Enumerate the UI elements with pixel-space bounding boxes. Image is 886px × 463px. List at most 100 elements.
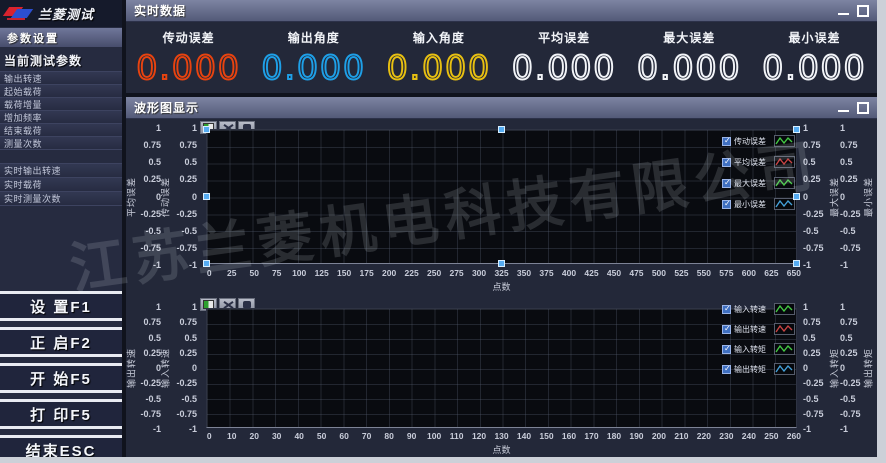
function-button[interactable]: 设 置F1	[0, 291, 122, 321]
y-tick: -0.25	[171, 210, 197, 219]
resize-handle[interactable]	[203, 193, 210, 200]
legend-checkbox[interactable]	[722, 179, 731, 188]
metric-value: 0.000	[136, 48, 240, 87]
y-axis-ticks: 10.750.50.250-0.25-0.5-0.75-1	[135, 303, 161, 434]
resize-handle[interactable]	[498, 260, 505, 267]
legend-checkbox[interactable]	[722, 158, 731, 167]
x-axis-ticks: 0255075100125150175200225250275300325350…	[198, 268, 805, 278]
y-tick: -0.25	[803, 379, 829, 388]
y-tick: 1	[803, 303, 829, 312]
legend-row: 最小误差	[722, 198, 797, 210]
legend-line-icon	[774, 198, 795, 210]
legend-checkbox[interactable]	[722, 345, 731, 354]
metric-cell: 最小误差 0.000	[752, 22, 877, 92]
y-tick: 0.5	[135, 334, 161, 343]
section-parameter-settings: 参数设置	[0, 28, 122, 47]
x-tick: 120	[468, 431, 490, 441]
y-axis-title-right-outer: 最小误差	[862, 177, 875, 217]
x-tick: 110	[445, 431, 467, 441]
y-tick: -0.5	[171, 395, 197, 404]
legend-label: 输出转矩	[734, 364, 771, 375]
x-tick: 425	[580, 268, 602, 278]
x-tick: 250	[760, 431, 782, 441]
x-tick: 40	[288, 431, 310, 441]
x-tick: 450	[603, 268, 625, 278]
legend-line-icon	[774, 363, 795, 375]
x-tick: 150	[535, 431, 557, 441]
y-tick: -0.5	[803, 227, 829, 236]
resize-handle[interactable]	[203, 126, 210, 133]
x-tick: 0	[198, 431, 220, 441]
x-tick: 500	[648, 268, 670, 278]
y-tick: 0	[135, 193, 161, 202]
function-button[interactable]: 打 印F5	[0, 399, 122, 429]
y-axis-ticks: 10.750.50.250-0.25-0.5-0.75-1	[171, 303, 197, 434]
x-tick: 180	[603, 431, 625, 441]
metric-label: 最大误差	[663, 29, 715, 46]
function-button[interactable]: 结束ESC	[0, 435, 122, 457]
x-tick: 100	[423, 431, 445, 441]
x-tick: 230	[715, 431, 737, 441]
y-tick: 0.75	[840, 141, 866, 150]
speed-torque-chart: 输出转速 10.750.50.250-0.25-0.5-0.75-1 输入转速 …	[126, 298, 877, 454]
maximize-icon[interactable]	[857, 102, 869, 114]
metric-cell: 输入角度 0.000	[376, 22, 501, 92]
minimize-icon[interactable]	[838, 13, 849, 15]
legend-checkbox[interactable]	[722, 137, 731, 146]
param-list: 输出转速起始载荷载荷增量增加频率结束载荷测量次数	[0, 71, 122, 150]
y-tick: -0.5	[171, 227, 197, 236]
legend-checkbox[interactable]	[722, 305, 731, 314]
y-tick: 0.75	[171, 318, 197, 327]
y-tick: -0.75	[840, 244, 866, 253]
x-tick: 275	[445, 268, 467, 278]
realtime-list: 实时输出转速实时载荷实时测量次数	[0, 163, 122, 206]
maximize-icon[interactable]	[857, 5, 869, 17]
legend-checkbox[interactable]	[722, 325, 731, 334]
resize-handle[interactable]	[793, 260, 800, 267]
x-axis-label: 点数	[206, 280, 797, 293]
y-tick: -1	[171, 425, 197, 434]
screen: 兰菱测试 参数设置 当前测试参数 输出转速起始载荷载荷增量增加频率结束载荷测量次…	[0, 0, 877, 457]
y-tick: -1	[840, 425, 866, 434]
y-axis-ticks: 10.750.50.250-0.25-0.5-0.75-1	[171, 124, 197, 270]
x-tick: 350	[513, 268, 535, 278]
param-item: 输出转速	[0, 72, 122, 85]
y-tick: -1	[135, 261, 161, 270]
button-column: 设 置F1 正 启F2 开 始F5 打 印F5 结束ESC	[0, 291, 122, 457]
legend-line-icon	[774, 323, 795, 335]
y-tick: 1	[171, 124, 197, 133]
y-tick: 0	[803, 364, 829, 373]
resize-handle[interactable]	[498, 126, 505, 133]
metric-cell: 传动误差 0.000	[126, 22, 251, 92]
metric-value: 0.000	[762, 48, 866, 87]
y-tick: 0.5	[840, 334, 866, 343]
legend-label: 输入转速	[734, 304, 771, 315]
x-tick: 25	[220, 268, 242, 278]
metric-label: 输出角度	[288, 29, 340, 46]
legend-row: 输出转速	[722, 323, 797, 335]
y-tick: -0.75	[135, 244, 161, 253]
resize-handle[interactable]	[793, 126, 800, 133]
x-tick: 50	[243, 268, 265, 278]
waveform-panel-title: 波形图显示	[134, 99, 199, 116]
main-area: 实时数据 传动误差 0.000 输出角度 0.000 输入角度 0.000	[126, 0, 877, 457]
y-tick: 0.25	[803, 349, 829, 358]
y-tick: 0.75	[171, 141, 197, 150]
y-tick: -0.75	[803, 410, 829, 419]
legend-line-icon	[774, 135, 795, 147]
y-tick: 0	[171, 193, 197, 202]
legend-checkbox[interactable]	[722, 200, 731, 209]
y-tick: 0.75	[840, 318, 866, 327]
resize-handle[interactable]	[793, 193, 800, 200]
y-tick: 0.25	[803, 175, 829, 184]
legend-checkbox[interactable]	[722, 365, 731, 374]
legend-row: 平均误差	[722, 156, 797, 168]
function-button[interactable]: 正 启F2	[0, 327, 122, 357]
function-button[interactable]: 开 始F5	[0, 363, 122, 393]
x-tick: 300	[468, 268, 490, 278]
resize-handle[interactable]	[203, 260, 210, 267]
minimize-icon[interactable]	[838, 110, 849, 112]
y-tick: -0.75	[171, 244, 197, 253]
x-tick: 325	[490, 268, 512, 278]
brand-logo-icon	[4, 6, 34, 22]
